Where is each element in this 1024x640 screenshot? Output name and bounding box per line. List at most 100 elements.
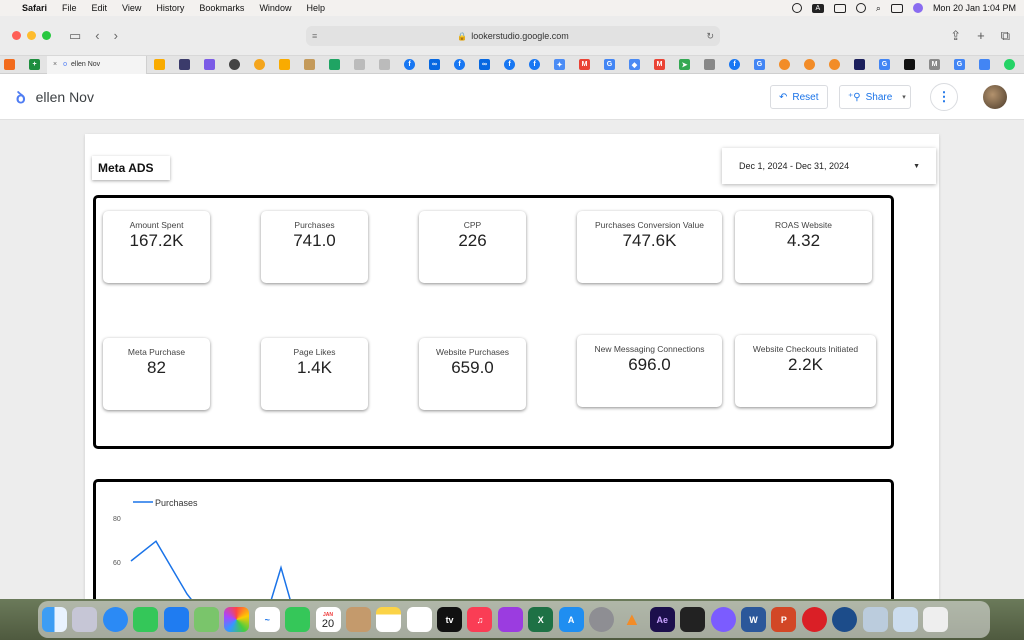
menu-app-safari[interactable]: Safari [22, 3, 47, 13]
menu-file[interactable]: File [62, 3, 77, 13]
kpi-page-likes[interactable]: Page Likes 1.4K [261, 338, 368, 410]
reset-button[interactable]: ↶ Reset [770, 85, 828, 109]
favicon-google-3[interactable]: G [879, 59, 890, 70]
excel-icon[interactable]: X [528, 607, 554, 632]
quicktime-icon[interactable] [832, 607, 858, 632]
menu-bookmarks[interactable]: Bookmarks [199, 3, 244, 13]
series-line-0[interactable] [130, 540, 298, 600]
favicon-translate[interactable] [979, 59, 990, 70]
favicon-green-arrow[interactable]: ➤ [679, 59, 690, 70]
kpi-cpp[interactable]: CPP 226 [419, 211, 526, 283]
close-window-button[interactable] [12, 31, 21, 40]
favicon-gemini[interactable]: ✦ [554, 59, 565, 70]
system-settings-icon[interactable] [589, 607, 615, 632]
photos-icon[interactable] [224, 607, 250, 632]
favicon-google-2[interactable]: G [754, 59, 765, 70]
vlc-icon[interactable]: ▲ [619, 607, 644, 632]
favicon-facebook[interactable]: f [404, 59, 415, 70]
purchases-line-chart[interactable]: Purchases 80 60 [93, 479, 894, 600]
calendar-icon[interactable]: JAN 20 [315, 607, 341, 632]
minimize-window-button[interactable] [27, 31, 36, 40]
looker-studio-logo-icon[interactable]: ꝺ [16, 86, 26, 108]
zoom-window-button[interactable] [42, 31, 51, 40]
favicon-dark[interactable] [179, 59, 190, 70]
apple-tv-icon[interactable]: tv [437, 607, 463, 632]
page-menu-icon[interactable]: ≡ [312, 31, 317, 41]
notes-icon[interactable] [376, 607, 402, 632]
facetime-icon[interactable] [285, 607, 311, 632]
favicon-navy[interactable] [854, 59, 865, 70]
launchpad-icon[interactable] [72, 607, 98, 632]
kpi-website-purchases[interactable]: Website Purchases 659.0 [419, 338, 526, 410]
date-range-picker[interactable]: Dec 1, 2024 - Dec 31, 2024 ▼ [722, 148, 936, 184]
tab-overview-icon[interactable]: ⧉ [1001, 28, 1010, 44]
favicon-purple[interactable] [204, 59, 215, 70]
favicon-black[interactable] [904, 59, 915, 70]
mail-icon[interactable] [163, 607, 189, 632]
reload-icon[interactable]: ↻ [706, 31, 714, 42]
word-icon[interactable]: W [740, 607, 766, 632]
favicon-facebook-2[interactable]: f [454, 59, 465, 70]
favicon-orange-ring-3[interactable] [829, 59, 840, 70]
menu-history[interactable]: History [156, 3, 184, 13]
favicon-circle[interactable] [229, 59, 240, 70]
menu-edit[interactable]: Edit [92, 3, 108, 13]
share-page-icon[interactable]: ⇪ [950, 28, 961, 44]
favicon-small[interactable] [704, 59, 715, 70]
favicon-facebook-5[interactable]: f [729, 59, 740, 70]
kpi-meta-purchase[interactable]: Meta Purchase 82 [103, 338, 210, 410]
app-store-icon[interactable]: A [558, 607, 584, 632]
creative-cloud-icon[interactable] [791, 3, 802, 13]
menu-view[interactable]: View [122, 3, 141, 13]
avatar[interactable] [983, 85, 1007, 109]
finder-icon[interactable] [42, 607, 67, 632]
freeform-icon[interactable]: ~ [254, 607, 280, 632]
kpi-purchases[interactable]: Purchases 741.0 [261, 211, 368, 283]
favicon-gray-2[interactable] [379, 59, 390, 70]
menu-help[interactable]: Help [306, 3, 325, 13]
favicon-gmail[interactable]: M [579, 59, 590, 70]
reminders-icon[interactable] [406, 607, 432, 632]
menubar-clock[interactable]: Mon 20 Jan 1:04 PM [933, 3, 1016, 13]
menu-window[interactable]: Window [259, 3, 291, 13]
favicon-green-plus[interactable]: + [29, 59, 40, 70]
favicon-facebook-4[interactable]: f [529, 59, 540, 70]
favicon-orange-ring-2[interactable] [804, 59, 815, 70]
share-button[interactable]: ⁺⚲ Share ▾ [839, 85, 911, 109]
tab-ellen-nov[interactable]: × o ellen Nov [47, 55, 147, 74]
back-arrow-icon[interactable]: ‹ [95, 28, 99, 43]
spotlight-search-icon[interactable]: ⌕ [876, 3, 881, 14]
favicon-analytics[interactable] [154, 59, 165, 70]
favicon-orange[interactable] [4, 59, 15, 70]
favicon-brown[interactable] [304, 59, 315, 70]
forward-arrow-icon[interactable]: › [114, 28, 118, 43]
maps-icon[interactable] [193, 607, 219, 632]
favicon-gmail-2[interactable]: M [654, 59, 665, 70]
new-tab-icon[interactable]: + [977, 28, 985, 44]
creative-cloud-app-icon[interactable] [801, 607, 827, 632]
address-bar[interactable]: ≡ 🔒 lookerstudio.google.com ↻ [306, 26, 720, 46]
kpi-new-messaging-connections[interactable]: New Messaging Connections 696.0 [577, 335, 722, 407]
after-effects-icon[interactable]: Ae [649, 607, 675, 632]
favicon-whatsapp[interactable] [1004, 59, 1015, 70]
safari-icon[interactable] [102, 607, 128, 632]
contacts-icon[interactable] [345, 607, 371, 632]
favicon-gray[interactable] [354, 59, 365, 70]
kpi-amount-spent[interactable]: Amount Spent 167.2K [103, 211, 210, 283]
preview-icon[interactable] [862, 607, 888, 632]
siri-icon[interactable] [912, 3, 923, 13]
link-icon[interactable] [855, 3, 866, 13]
favicon-drive[interactable] [329, 59, 340, 70]
sidebar-toggle-icon[interactable]: ▭ [69, 28, 81, 44]
podcasts-icon[interactable] [497, 607, 523, 632]
acrobat-icon[interactable] [680, 607, 706, 632]
downloads-stack-icon[interactable] [892, 607, 918, 632]
input-source-icon[interactable]: A [811, 3, 824, 13]
favicon-google-4[interactable]: G [954, 59, 965, 70]
trash-icon[interactable] [923, 607, 949, 632]
powerpoint-icon[interactable]: P [771, 607, 797, 632]
kpi-website-checkouts-initiated[interactable]: Website Checkouts Initiated 2.2K [735, 335, 876, 407]
favicon-meta[interactable]: ∞ [429, 59, 440, 70]
favicon-m-gray[interactable]: M [929, 59, 940, 70]
favicon-blue-diamond[interactable]: ◆ [629, 59, 640, 70]
